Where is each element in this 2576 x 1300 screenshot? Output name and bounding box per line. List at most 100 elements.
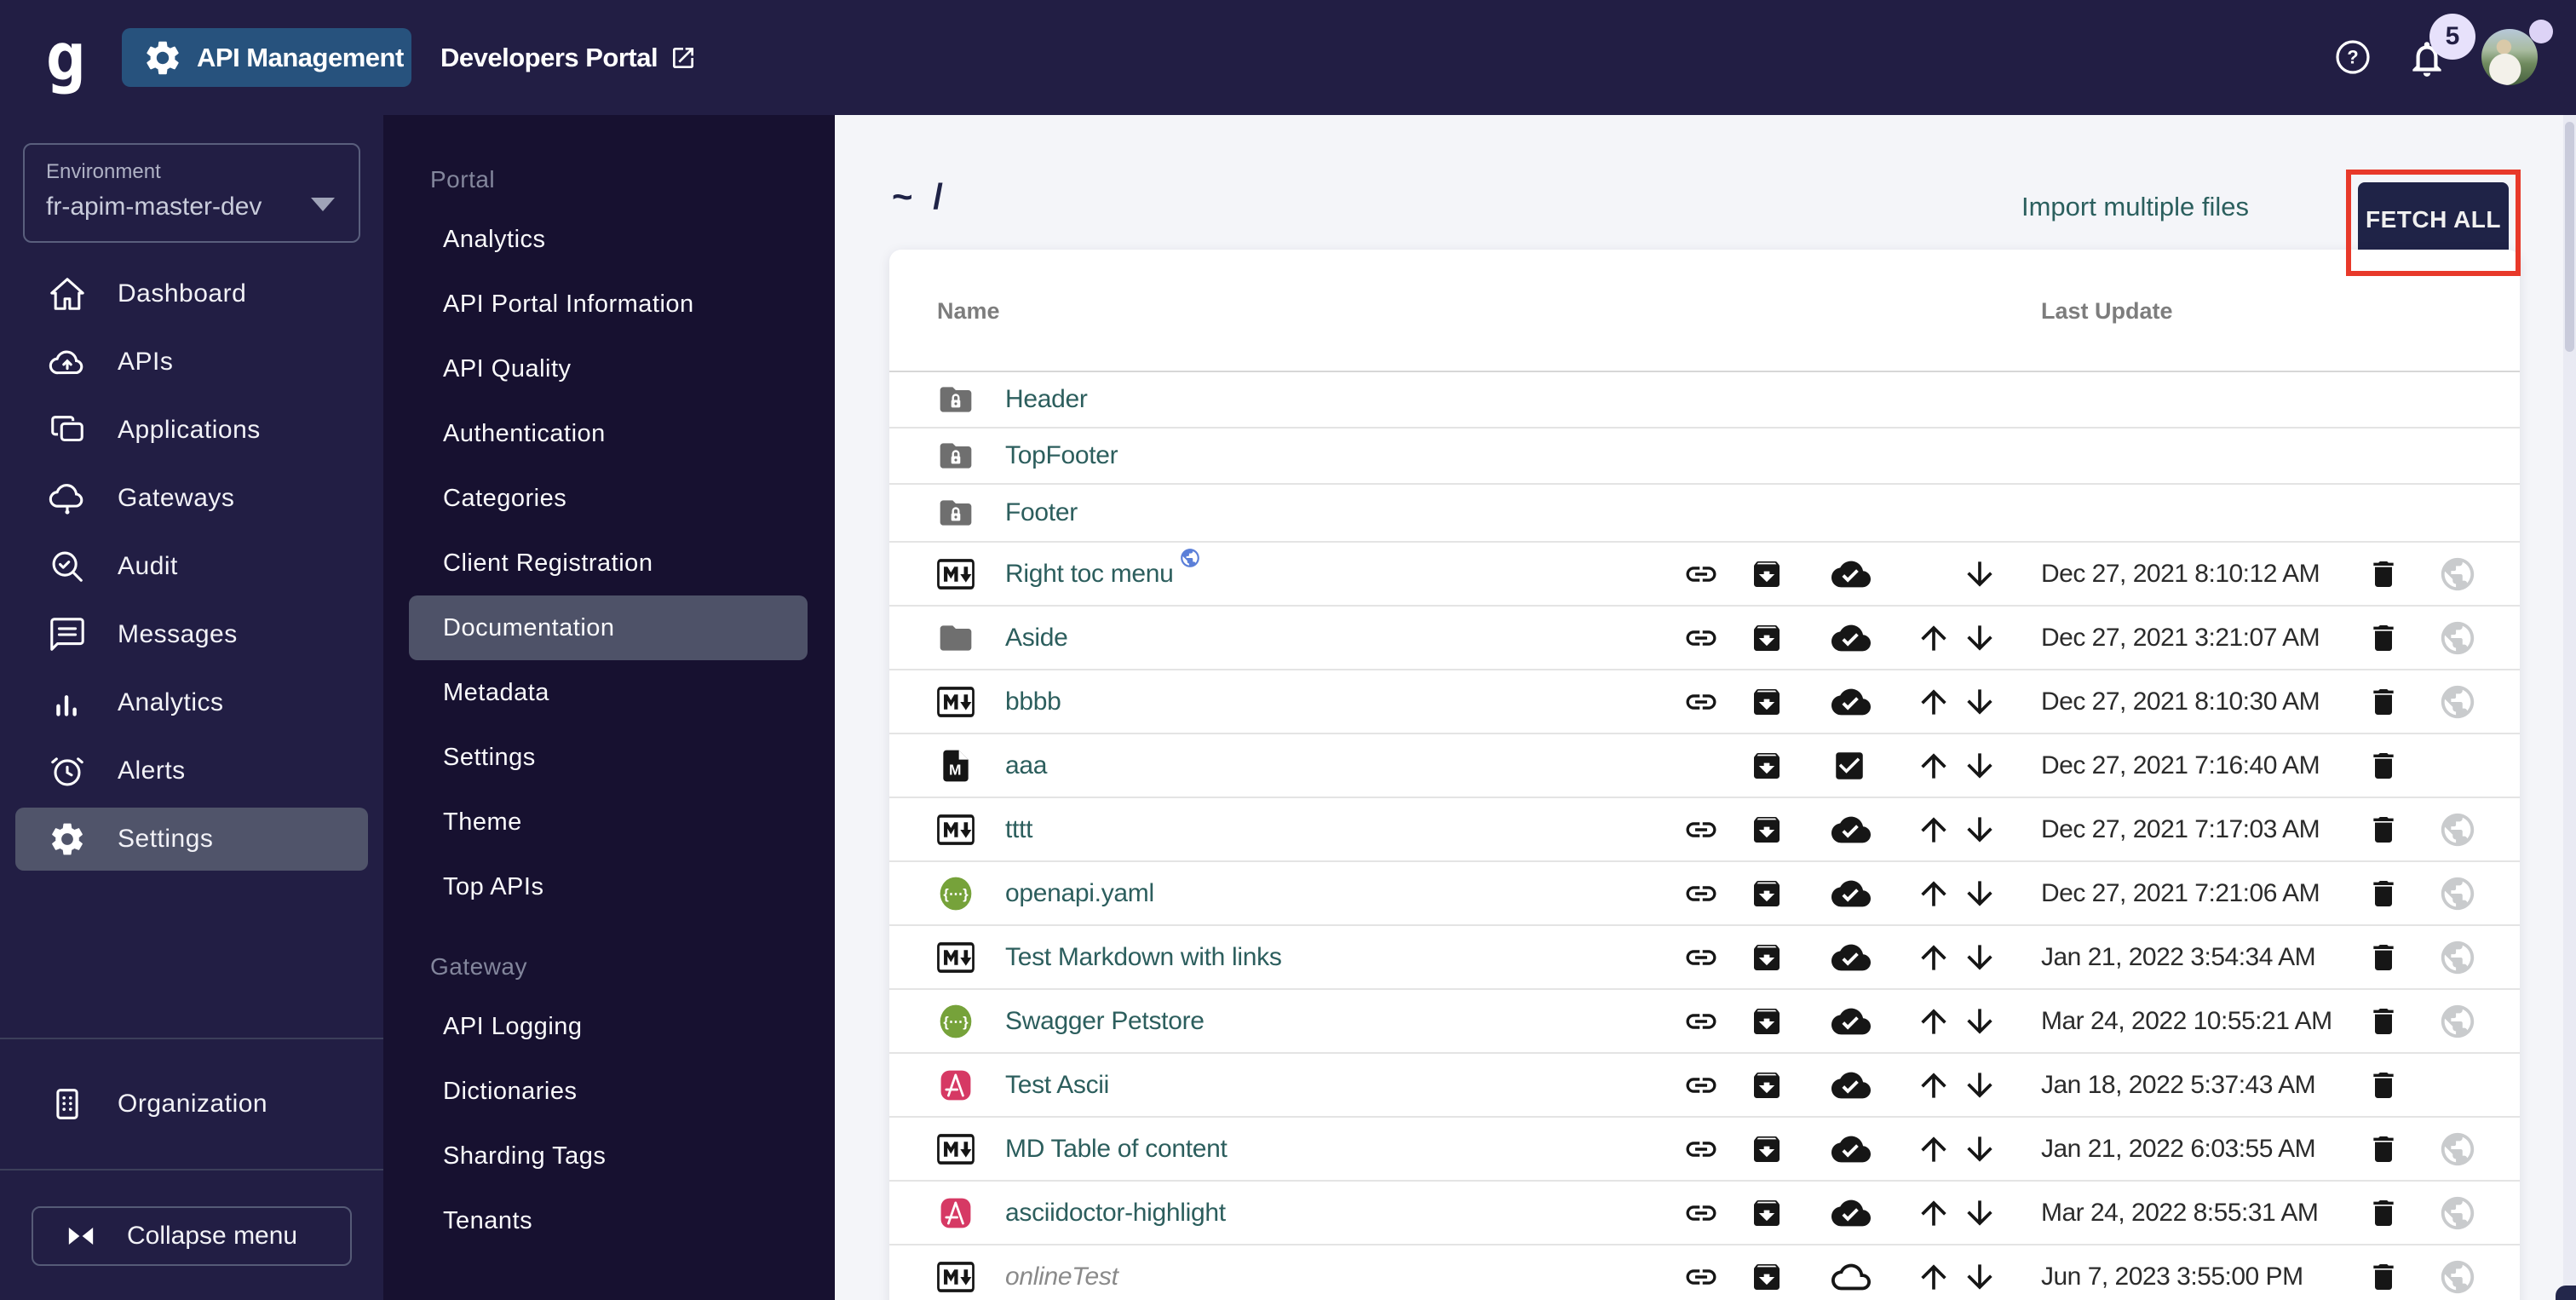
page-name-link[interactable]: Test Ascii: [1005, 1071, 1109, 1100]
submenu-item-api-logging[interactable]: API Logging: [409, 994, 808, 1059]
move-down-icon[interactable]: [1961, 747, 1998, 785]
published-checkbox-icon[interactable]: [1831, 748, 1867, 784]
breadcrumb[interactable]: ~ /: [892, 176, 948, 217]
sidebar-item-alerts[interactable]: Alerts: [15, 739, 368, 802]
page-name-link[interactable]: Swagger Petstore: [1005, 1007, 1205, 1036]
move-down-icon[interactable]: [1961, 555, 1998, 593]
submenu-item-documentation[interactable]: Documentation: [409, 595, 808, 660]
page-scrollbar[interactable]: [2563, 115, 2576, 1300]
delete-icon[interactable]: [2366, 1196, 2401, 1230]
move-up-icon[interactable]: [1915, 1194, 1952, 1232]
translate-globe-icon[interactable]: [2438, 938, 2477, 977]
submenu-item-authentication[interactable]: Authentication: [409, 401, 808, 466]
page-link-icon[interactable]: [1683, 940, 1719, 975]
delete-icon[interactable]: [2366, 621, 2401, 655]
page-name-link[interactable]: TopFooter: [1005, 441, 1118, 470]
sidebar-item-dashboard[interactable]: Dashboard: [15, 262, 368, 325]
save-archive-icon[interactable]: [1750, 621, 1784, 655]
user-avatar[interactable]: [2481, 29, 2538, 85]
page-name-link[interactable]: Right toc menu: [1005, 560, 1196, 589]
move-down-icon[interactable]: [1961, 683, 1998, 721]
api-management-button[interactable]: API Management: [122, 28, 411, 87]
published-cloud-check-icon[interactable]: [1831, 1194, 1871, 1233]
translate-globe-icon[interactable]: [2438, 682, 2477, 722]
submenu-item-categories[interactable]: Categories: [409, 466, 808, 531]
page-link-icon[interactable]: [1683, 556, 1719, 592]
move-down-icon[interactable]: [1961, 1258, 1998, 1296]
move-down-icon[interactable]: [1961, 1067, 1998, 1104]
save-archive-icon[interactable]: [1750, 813, 1784, 847]
save-archive-icon[interactable]: [1750, 940, 1784, 975]
move-up-icon[interactable]: [1915, 811, 1952, 848]
submenu-item-theme[interactable]: Theme: [409, 790, 808, 854]
gravitee-logo[interactable]: g: [36, 15, 95, 101]
environment-select[interactable]: Environment fr-apim-master-dev: [23, 143, 360, 243]
page-name-link[interactable]: aaa: [1005, 751, 1047, 780]
sidebar-item-organization[interactable]: Organization: [15, 1073, 368, 1136]
submenu-item-client-registration[interactable]: Client Registration: [409, 531, 808, 595]
published-cloud-check-icon[interactable]: [1831, 938, 1871, 977]
move-down-icon[interactable]: [1961, 1194, 1998, 1232]
move-down-icon[interactable]: [1961, 939, 1998, 976]
help-icon[interactable]: ?: [2332, 37, 2373, 78]
move-up-icon[interactable]: [1915, 939, 1952, 976]
move-up-icon[interactable]: [1915, 1130, 1952, 1168]
published-cloud-check-icon[interactable]: [1831, 682, 1871, 722]
save-archive-icon[interactable]: [1750, 1068, 1784, 1102]
translate-globe-icon[interactable]: [2438, 555, 2477, 594]
move-down-icon[interactable]: [1961, 875, 1998, 912]
page-name-link[interactable]: bbbb: [1005, 687, 1061, 716]
sidebar-item-apis[interactable]: APIs: [15, 331, 368, 394]
sidebar-item-messages[interactable]: Messages: [15, 603, 368, 666]
move-down-icon[interactable]: [1961, 1130, 1998, 1168]
translate-globe-icon[interactable]: [2438, 618, 2477, 658]
page-name-link[interactable]: Test Markdown with links: [1005, 943, 1282, 972]
delete-icon[interactable]: [2366, 1132, 2401, 1166]
delete-icon[interactable]: [2366, 940, 2401, 975]
move-up-icon[interactable]: [1915, 1067, 1952, 1104]
translate-globe-icon[interactable]: [2438, 810, 2477, 849]
move-up-icon[interactable]: [1915, 1003, 1952, 1040]
delete-icon[interactable]: [2366, 749, 2401, 783]
delete-icon[interactable]: [2366, 557, 2401, 591]
move-up-icon[interactable]: [1915, 683, 1952, 721]
save-archive-icon[interactable]: [1750, 1260, 1784, 1294]
sidebar-item-applications[interactable]: Applications: [15, 399, 368, 462]
save-archive-icon[interactable]: [1750, 1004, 1784, 1038]
page-link-icon[interactable]: [1683, 684, 1719, 720]
page-link-icon[interactable]: [1683, 876, 1719, 912]
delete-icon[interactable]: [2366, 813, 2401, 847]
submenu-item-dictionaries[interactable]: Dictionaries: [409, 1059, 808, 1124]
translate-globe-icon[interactable]: [2438, 1194, 2477, 1233]
published-cloud-check-icon[interactable]: [1831, 618, 1871, 658]
page-link-icon[interactable]: [1683, 1067, 1719, 1103]
move-down-icon[interactable]: [1961, 811, 1998, 848]
sidebar-item-analytics[interactable]: Analytics: [15, 671, 368, 734]
page-link-icon[interactable]: [1683, 620, 1719, 656]
move-down-icon[interactable]: [1961, 1003, 1998, 1040]
published-cloud-check-icon[interactable]: [1831, 1002, 1871, 1041]
collapse-menu-button[interactable]: Collapse menu: [32, 1206, 352, 1266]
published-cloud-check-icon[interactable]: [1831, 1130, 1871, 1169]
submenu-item-top-apis[interactable]: Top APIs: [409, 854, 808, 919]
translate-globe-icon[interactable]: [2438, 1130, 2477, 1169]
move-up-icon[interactable]: [1915, 1258, 1952, 1296]
published-cloud-check-icon[interactable]: [1831, 874, 1871, 913]
save-archive-icon[interactable]: [1750, 685, 1784, 719]
developers-portal-link[interactable]: Developers Portal: [440, 28, 697, 87]
submenu-item-metadata[interactable]: Metadata: [409, 660, 808, 725]
delete-icon[interactable]: [2366, 877, 2401, 911]
save-archive-icon[interactable]: [1750, 1196, 1784, 1230]
save-archive-icon[interactable]: [1750, 557, 1784, 591]
published-cloud-check-icon[interactable]: [1831, 810, 1871, 849]
submenu-item-api-portal-information[interactable]: API Portal Information: [409, 272, 808, 337]
move-up-icon[interactable]: [1915, 875, 1952, 912]
published-cloud-check-icon[interactable]: [1831, 1066, 1871, 1105]
translate-globe-icon[interactable]: [2438, 1002, 2477, 1041]
move-up-icon[interactable]: [1915, 619, 1952, 657]
translate-globe-icon[interactable]: [2438, 1257, 2477, 1297]
page-link-icon[interactable]: [1683, 1195, 1719, 1231]
page-link-icon[interactable]: [1683, 1004, 1719, 1039]
delete-icon[interactable]: [2366, 685, 2401, 719]
sidebar-item-gateways[interactable]: Gateways: [15, 467, 368, 530]
